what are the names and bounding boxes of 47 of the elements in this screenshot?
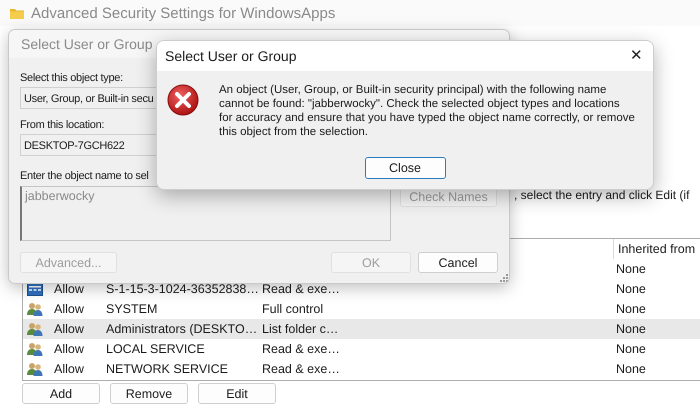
- access-cell-text: Read & exe…: [261, 362, 341, 376]
- principal-cell-text: NETWORK SERVICE: [105, 362, 230, 376]
- principal-cell-text: Administrators (DESKTO…: [105, 322, 258, 336]
- object-name-label: Enter the object name to sel: [20, 169, 149, 184]
- inherited-cell-text: None: [615, 322, 647, 336]
- cancel-button[interactable]: Cancel: [418, 252, 498, 273]
- folder-icon: [10, 8, 24, 18]
- error-icon: [167, 84, 199, 116]
- principal-cell-text: SYSTEM: [105, 302, 158, 316]
- type-cell-text: Allow: [53, 342, 85, 356]
- location-label: From this location:: [20, 118, 104, 133]
- inherited-cell-text: None: [615, 362, 647, 376]
- permission-row[interactable]: Allow SYSTEM Full control None: [23, 299, 700, 319]
- users-icon: [27, 302, 43, 316]
- object-type-label: Select this object type:: [20, 71, 123, 86]
- size-grip-icon[interactable]: [500, 274, 508, 282]
- access-cell-text: Read & exe…: [261, 342, 341, 356]
- dialog-title: Select User or Group: [21, 36, 152, 52]
- users-icon: [27, 342, 43, 356]
- window-title: Advanced Security Settings for WindowsApps: [31, 4, 336, 22]
- access-cell-text: Read & exe…: [261, 282, 341, 296]
- instruction-text: , select the entry and click Edit (if: [514, 187, 690, 204]
- close-button[interactable]: ✕: [630, 47, 643, 65]
- users-icon: [27, 362, 43, 376]
- close-dialog-button[interactable]: Close: [364, 157, 446, 179]
- type-cell-text: Allow: [53, 282, 85, 296]
- action-button[interactable]: Remove: [110, 383, 188, 404]
- type-cell-text: Allow: [53, 302, 85, 316]
- permission-row[interactable]: Allow Administrators (DESKTO… List folder c… None: [23, 319, 700, 339]
- error-message: An object (User, Group, or Built-in security principal) with the following name cannot be found: "jabberwocky". Check the selected object types and locations for accuracy and ensure that you have typed the object name correctly, or remove this object from the selection.: [219, 83, 635, 139]
- column-header[interactable]: Inherited from: [613, 239, 700, 259]
- dialog-title: Select User or Group: [165, 48, 296, 64]
- permission-row[interactable]: Allow NETWORK SERVICE Read & exe… None: [23, 359, 700, 379]
- access-cell-text: List folder c…: [261, 322, 340, 336]
- permission-row[interactable]: Allow LOCAL SERVICE Read & exe… None: [23, 339, 700, 359]
- type-cell-text: Allow: [53, 322, 85, 336]
- users-icon: [27, 322, 43, 336]
- package-icon: [27, 282, 43, 296]
- action-button[interactable]: Edit: [198, 383, 276, 404]
- inherited-cell-text: None: [615, 342, 647, 356]
- inherited-cell-text: None: [615, 302, 647, 316]
- inherited-cell-text: None: [615, 282, 647, 296]
- principal-cell-text: S-1-15-3-1024-36352838…: [105, 282, 259, 296]
- action-button[interactable]: Add: [22, 383, 100, 404]
- type-cell-text: Allow: [53, 362, 85, 376]
- access-cell-text: Full control: [261, 302, 324, 316]
- principal-cell-text: LOCAL SERVICE: [105, 342, 206, 356]
